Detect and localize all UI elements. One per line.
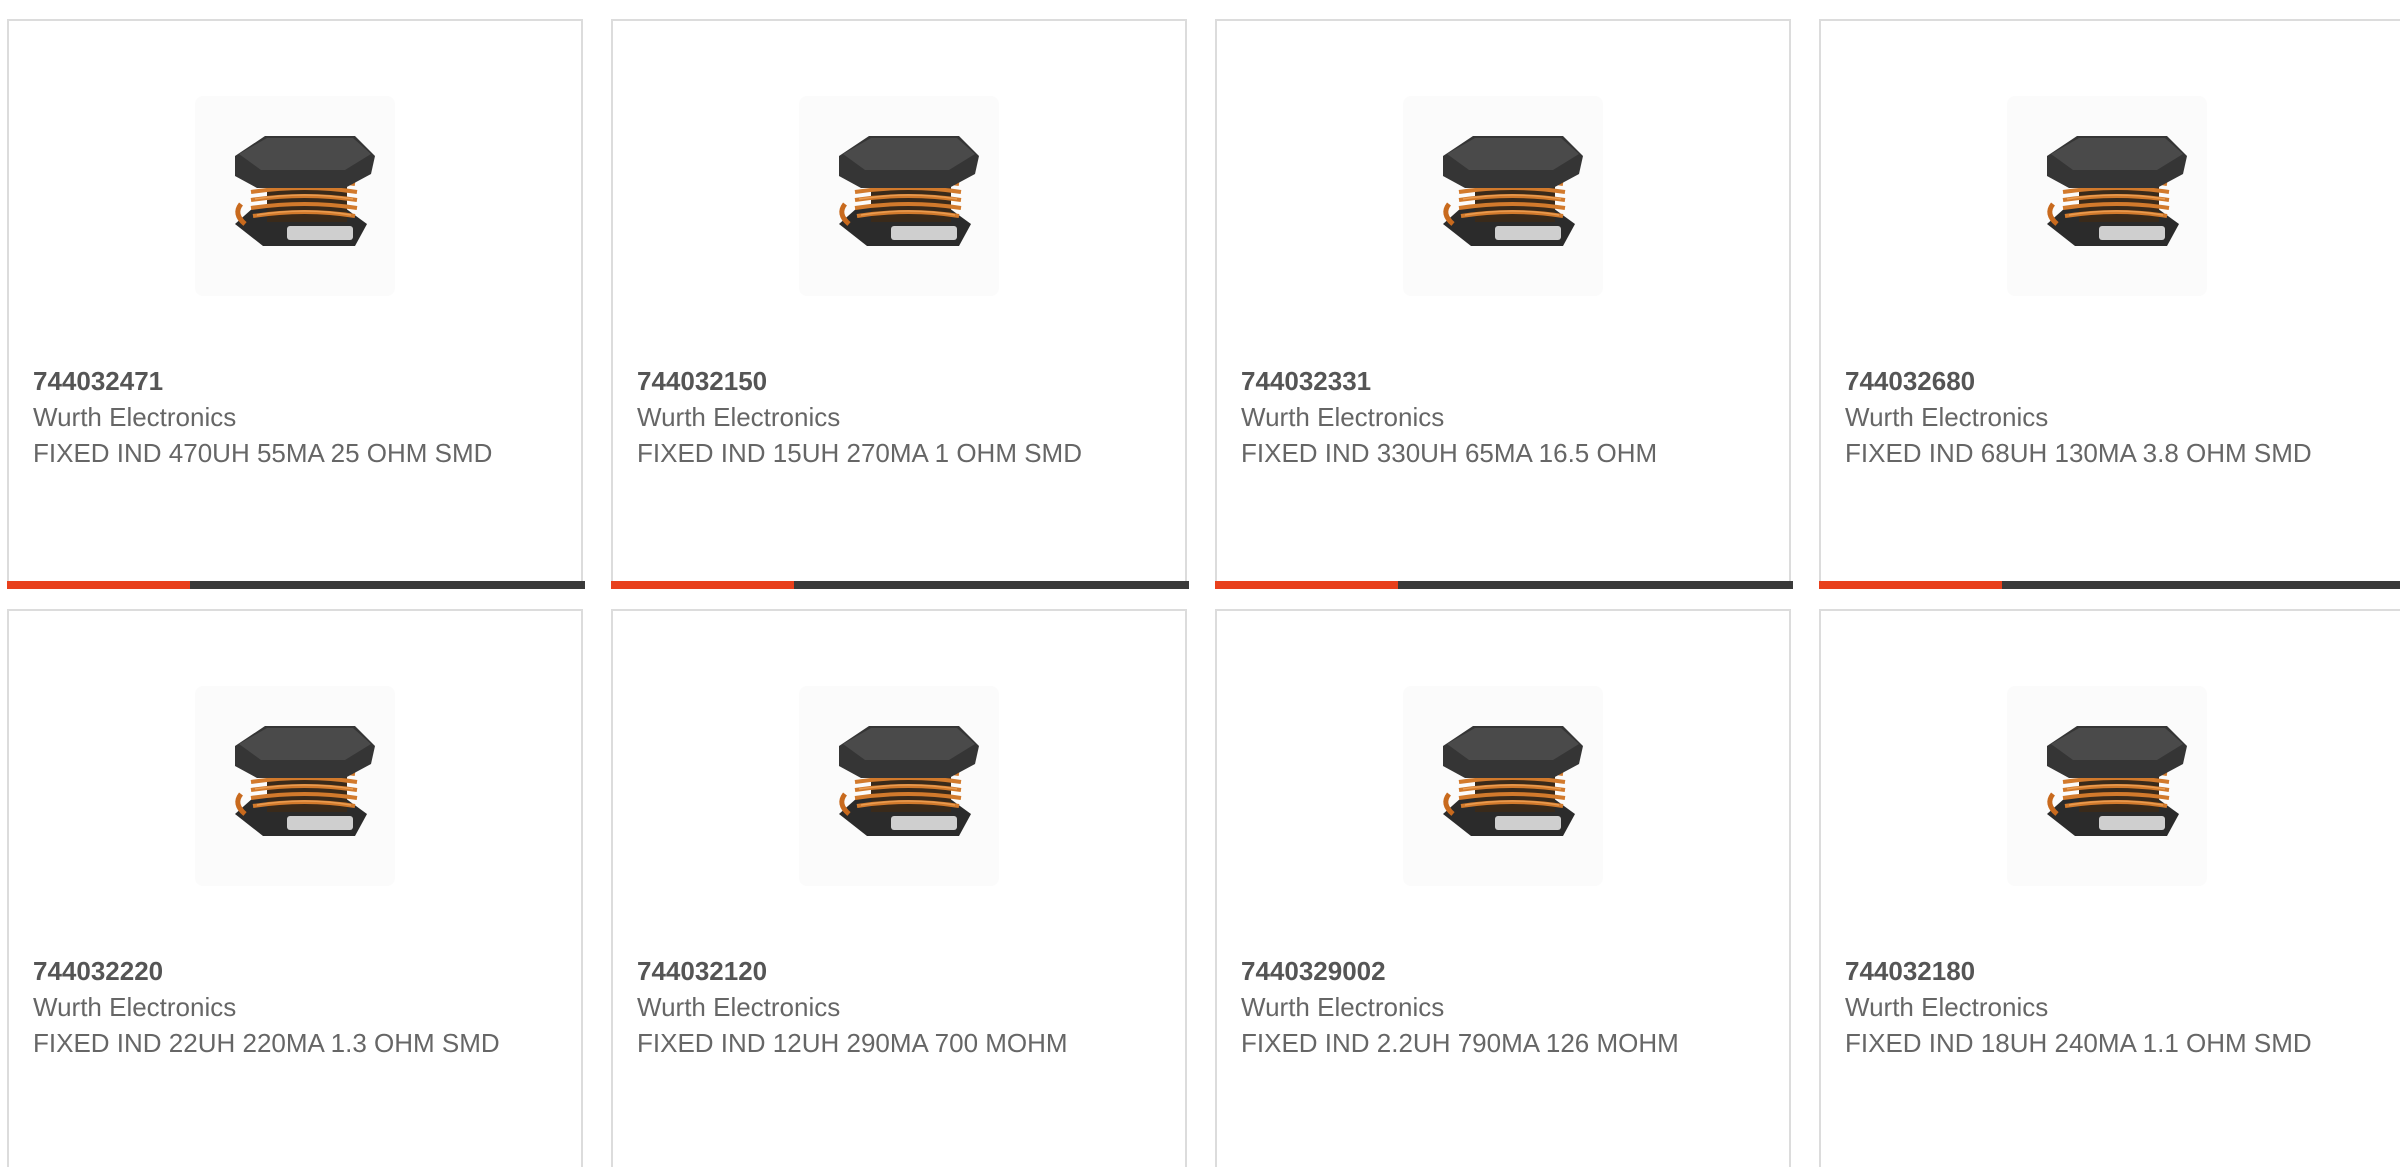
manufacturer: Wurth Electronics [1241,992,1445,1022]
card-accent-bar [1819,581,2002,589]
smd-inductor-icon [2007,686,2207,886]
product-image[interactable] [799,686,999,886]
description: FIXED IND 2.2UH 790MA 126 MOHM [1241,1028,1679,1058]
product-info: 7440329002 Wurth Electronics FIXED IND 2… [1241,953,1711,1061]
description: FIXED IND 68UH 130MA 3.8 OHM SMD [1845,438,2312,468]
card-bottom-bar [1819,581,2400,589]
part-number[interactable]: 744032150 [637,363,1107,399]
product-info: 744032180 Wurth Electronics FIXED IND 18… [1845,953,2315,1061]
part-number[interactable]: 744032180 [1845,953,2315,989]
card-accent-bar [1215,581,1398,589]
part-number[interactable]: 744032680 [1845,363,2315,399]
smd-inductor-icon [799,686,999,886]
part-number[interactable]: 744032220 [33,953,503,989]
product-card[interactable]: 7440329002 Wurth Electronics FIXED IND 2… [1215,609,1791,1167]
product-card[interactable]: 744032150 Wurth Electronics FIXED IND 15… [611,19,1189,589]
description: FIXED IND 15UH 270MA 1 OHM SMD [637,438,1082,468]
product-card[interactable]: 744032331 Wurth Electronics FIXED IND 33… [1215,19,1793,589]
product-info: 744032150 Wurth Electronics FIXED IND 15… [637,363,1107,471]
manufacturer: Wurth Electronics [1845,402,2049,432]
description: FIXED IND 330UH 65MA 16.5 OHM [1241,438,1658,468]
manufacturer: Wurth Electronics [33,402,237,432]
product-card[interactable]: 744032180 Wurth Electronics FIXED IND 18… [1819,609,2400,1167]
product-image[interactable] [799,96,999,296]
manufacturer: Wurth Electronics [637,992,841,1022]
manufacturer: Wurth Electronics [637,402,841,432]
manufacturer: Wurth Electronics [1241,402,1445,432]
product-card[interactable]: 744032471 Wurth Electronics FIXED IND 47… [7,19,585,589]
manufacturer: Wurth Electronics [33,992,237,1022]
manufacturer: Wurth Electronics [1845,992,2049,1022]
product-grid: 744032471 Wurth Electronics FIXED IND 47… [0,0,2400,1167]
smd-inductor-icon [799,96,999,296]
product-info: 744032680 Wurth Electronics FIXED IND 68… [1845,363,2315,471]
part-number[interactable]: 744032331 [1241,363,1711,399]
part-number[interactable]: 744032120 [637,953,1107,989]
product-info: 744032471 Wurth Electronics FIXED IND 47… [33,363,503,471]
card-bottom-bar [1215,581,1793,589]
smd-inductor-icon [1403,686,1603,886]
smd-inductor-icon [2007,96,2207,296]
description: FIXED IND 470UH 55MA 25 OHM SMD [33,438,493,468]
product-image[interactable] [1403,686,1603,886]
description: FIXED IND 22UH 220MA 1.3 OHM SMD [33,1028,500,1058]
product-image[interactable] [2007,96,2207,296]
product-image[interactable] [1403,96,1603,296]
product-card[interactable]: 744032120 Wurth Electronics FIXED IND 12… [611,609,1187,1167]
card-accent-bar [611,581,794,589]
product-info: 744032331 Wurth Electronics FIXED IND 33… [1241,363,1711,471]
product-card[interactable]: 744032680 Wurth Electronics FIXED IND 68… [1819,19,2400,589]
product-card[interactable]: 744032220 Wurth Electronics FIXED IND 22… [7,609,583,1167]
product-image[interactable] [2007,686,2207,886]
smd-inductor-icon [195,96,395,296]
part-number[interactable]: 744032471 [33,363,503,399]
part-number[interactable]: 7440329002 [1241,953,1711,989]
card-bottom-bar [7,581,585,589]
product-image[interactable] [195,96,395,296]
description: FIXED IND 12UH 290MA 700 MOHM [637,1028,1068,1058]
description: FIXED IND 18UH 240MA 1.1 OHM SMD [1845,1028,2312,1058]
product-image[interactable] [195,686,395,886]
card-accent-bar [7,581,190,589]
product-info: 744032120 Wurth Electronics FIXED IND 12… [637,953,1107,1061]
smd-inductor-icon [1403,96,1603,296]
smd-inductor-icon [195,686,395,886]
product-info: 744032220 Wurth Electronics FIXED IND 22… [33,953,503,1061]
card-bottom-bar [611,581,1189,589]
